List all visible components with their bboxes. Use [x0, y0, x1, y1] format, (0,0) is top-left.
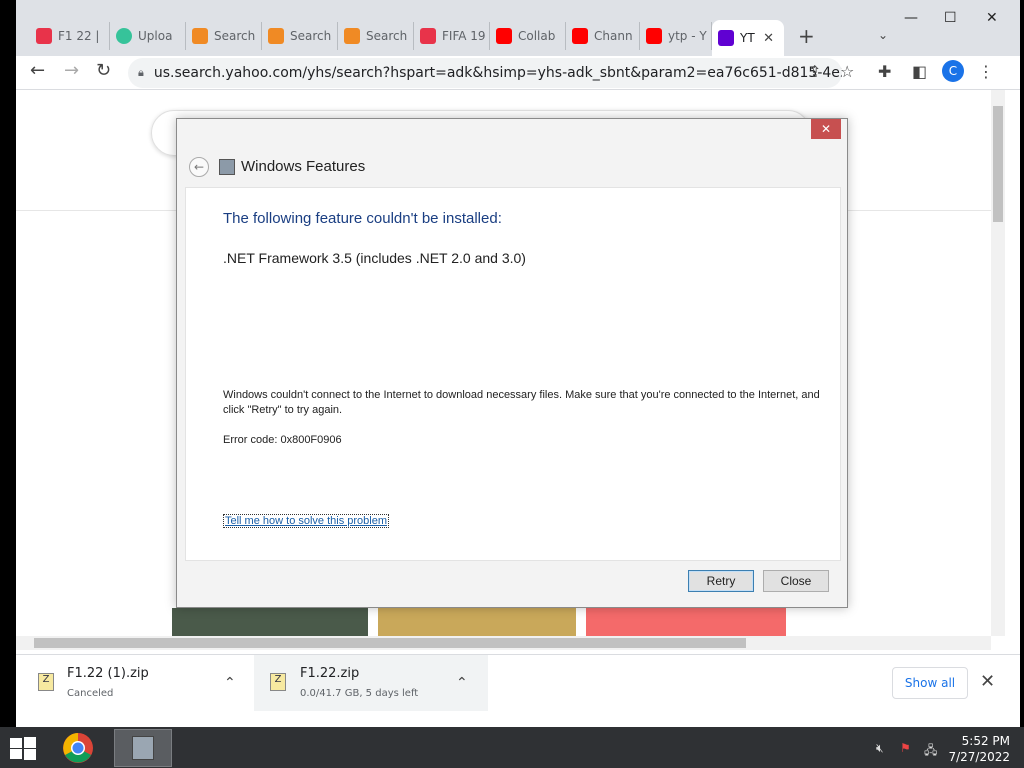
- show-all-button[interactable]: Show all: [892, 667, 968, 699]
- search-person-icon: [192, 28, 208, 44]
- volume-muted-icon[interactable]: 🔇︎: [876, 741, 884, 756]
- chevron-up-icon[interactable]: ⌃: [224, 675, 236, 691]
- taskbar: 🔇︎ ⚑ 🖧︎ 5:52 PM 7/27/2022: [0, 727, 1024, 768]
- tab-label: YT: [740, 31, 755, 45]
- back-arrow-icon[interactable]: ←: [189, 157, 209, 177]
- video-thumbnail[interactable]: [378, 608, 576, 638]
- network-icon[interactable]: 🖧︎: [924, 741, 937, 762]
- download-status: 0.0/41.7 GB, 5 days left: [300, 688, 419, 699]
- error-message: Windows couldn't connect to the Internet…: [223, 389, 820, 416]
- vertical-scrollbar[interactable]: [991, 90, 1005, 636]
- tab-ytp[interactable]: ytp - Y: [640, 22, 712, 50]
- chevron-up-icon[interactable]: ⌃: [456, 675, 468, 691]
- search-person-icon: [268, 28, 284, 44]
- yahoo-icon: [718, 30, 734, 46]
- download-status: Canceled: [67, 688, 114, 699]
- red-lock-icon: [420, 28, 436, 44]
- windows-start-icon[interactable]: [8, 735, 38, 761]
- close-tab-icon[interactable]: ✕: [763, 31, 774, 46]
- download-item[interactable]: Z F1.22.zip 0.0/41.7 GB, 5 days left ⌃: [254, 655, 488, 711]
- bookmark-star-icon[interactable]: ☆: [840, 62, 854, 81]
- scrollbar-thumb[interactable]: [34, 638, 746, 648]
- download-item[interactable]: Z F1.22 (1).zip Canceled ⌃: [16, 655, 252, 711]
- dialog-title: Windows Features: [241, 158, 366, 175]
- scrollbar-thumb[interactable]: [993, 106, 1003, 222]
- tab-fifa-19[interactable]: FIFA 19: [414, 22, 490, 50]
- video-thumbnail[interactable]: [172, 608, 368, 638]
- tab-search-chevron-icon[interactable]: ⌄: [878, 28, 888, 42]
- chrome-icon: [63, 733, 93, 763]
- lock-icon[interactable]: 🔒︎: [138, 66, 144, 80]
- feature-name: .NET Framework 3.5 (includes .NET 2.0 an…: [223, 250, 526, 266]
- tab-label: Chann: [594, 29, 633, 43]
- profile-avatar[interactable]: C: [942, 60, 964, 82]
- clock-time[interactable]: 5:52 PM: [950, 734, 1010, 748]
- dialog-close-icon[interactable]: ✕: [811, 119, 841, 139]
- zip-file-icon: Z: [270, 673, 286, 691]
- horizontal-scrollbar[interactable]: [16, 636, 991, 650]
- retry-button[interactable]: Retry: [688, 570, 754, 592]
- zip-file-icon: Z: [38, 673, 54, 691]
- tab-f1-22[interactable]: F1 22 |: [30, 22, 110, 50]
- windows-features-taskbar-button[interactable]: [114, 729, 172, 767]
- download-name: F1.22 (1).zip: [67, 666, 149, 681]
- tab-label: FIFA 19: [442, 29, 486, 43]
- share-icon[interactable]: ⇪: [808, 62, 821, 81]
- reload-icon[interactable]: ↻: [96, 60, 111, 81]
- tab-label: Search: [214, 29, 256, 43]
- close-downloads-icon[interactable]: ✕: [980, 671, 995, 692]
- tab-search-2[interactable]: Search: [262, 22, 338, 50]
- tab-label: ytp - Y: [668, 29, 707, 43]
- tab-channel[interactable]: Chann: [566, 22, 640, 50]
- close-button[interactable]: Close: [763, 570, 829, 592]
- side-panel-icon[interactable]: ◧: [912, 62, 927, 81]
- error-code: Error code: 0x800F0906: [223, 434, 342, 446]
- tab-search-3[interactable]: Search: [338, 22, 414, 50]
- help-link[interactable]: Tell me how to solve this problem: [223, 514, 390, 528]
- window-close-icon[interactable]: ✕: [986, 10, 998, 26]
- red-lock-icon: [36, 28, 52, 44]
- tab-label: F1 22 |: [58, 29, 100, 43]
- tab-label: Uploa: [138, 29, 173, 43]
- windows-features-dialog: ✕ ← Windows Features The following featu…: [176, 118, 848, 608]
- forward-arrow-icon[interactable]: →: [64, 60, 79, 81]
- windows-features-app-icon: [132, 736, 154, 760]
- tab-label: Search: [290, 29, 332, 43]
- extensions-puzzle-icon[interactable]: ✚: [878, 62, 891, 81]
- dialog-content: The following feature couldn't be instal…: [185, 187, 841, 561]
- search-person-icon: [344, 28, 360, 44]
- address-bar[interactable]: 🔒︎ us.search.yahoo.com/yhs/search?hspart…: [128, 58, 842, 88]
- youtube-icon: [572, 28, 588, 44]
- url-text: us.search.yahoo.com/yhs/search?hspart=ad…: [153, 65, 842, 81]
- maximize-icon[interactable]: ☐: [944, 10, 957, 26]
- tab-label: Collab: [518, 29, 556, 43]
- back-arrow-icon[interactable]: ←: [30, 60, 45, 81]
- tab-search-1[interactable]: Search: [186, 22, 262, 50]
- chrome-menu-icon[interactable]: ⋮: [978, 62, 994, 81]
- tab-yahoo-active[interactable]: YT ✕: [712, 20, 784, 56]
- new-tab-button[interactable]: +: [798, 24, 815, 48]
- upload-icon: [116, 28, 132, 44]
- clock-date[interactable]: 7/27/2022: [940, 750, 1010, 764]
- download-shelf: Z F1.22 (1).zip Canceled ⌃ Z F1.22.zip 0…: [16, 654, 1020, 727]
- tab-strip: F1 22 | Uploa Search Search Search FIFA …: [16, 0, 1020, 56]
- action-center-flag-icon[interactable]: ⚑: [900, 741, 911, 755]
- chrome-taskbar-button[interactable]: [56, 729, 100, 767]
- tab-upload[interactable]: Uploa: [110, 22, 186, 50]
- error-heading: The following feature couldn't be instal…: [223, 210, 502, 227]
- tab-label: Search: [366, 29, 408, 43]
- youtube-icon: [496, 28, 512, 44]
- video-thumbnail[interactable]: [586, 608, 786, 638]
- tab-collab[interactable]: Collab: [490, 22, 566, 50]
- browser-toolbar: ← → ↻ 🔒︎ us.search.yahoo.com/yhs/search?…: [16, 56, 1020, 90]
- download-name: F1.22.zip: [300, 666, 360, 681]
- windows-features-app-icon: [219, 159, 235, 175]
- minimize-icon[interactable]: —: [904, 10, 918, 26]
- youtube-icon: [646, 28, 662, 44]
